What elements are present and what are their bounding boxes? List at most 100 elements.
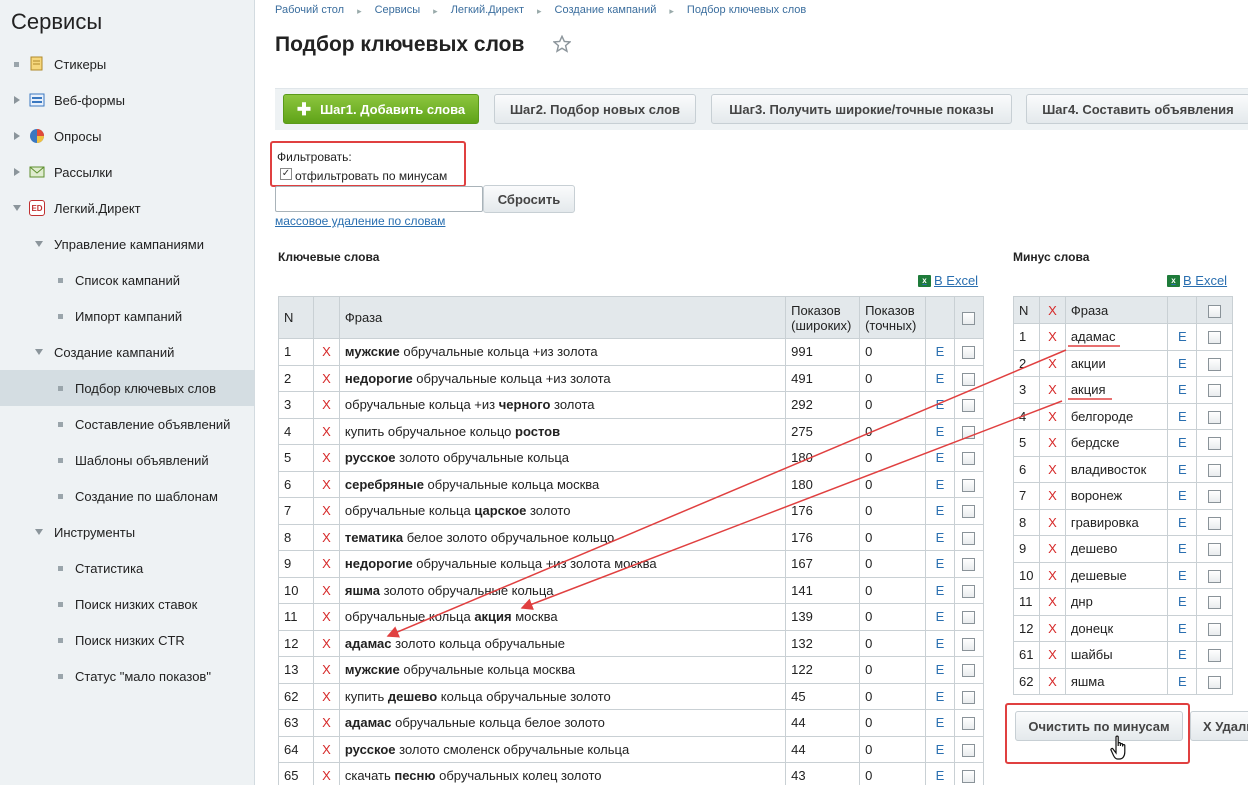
- filter-by-minus-checkbox[interactable]: ✓: [280, 168, 292, 180]
- edit-row-icon[interactable]: E: [1167, 535, 1198, 563]
- edit-row-icon[interactable]: E: [925, 709, 955, 737]
- select-all-checkbox[interactable]: [1208, 304, 1222, 318]
- edit-row-icon[interactable]: E: [1167, 323, 1198, 351]
- edit-row-icon[interactable]: E: [925, 682, 955, 710]
- row-checkbox[interactable]: [962, 558, 976, 572]
- filter-input[interactable]: [275, 186, 483, 212]
- row-checkbox[interactable]: [962, 452, 976, 466]
- row-checkbox[interactable]: [1208, 357, 1222, 371]
- delete-row-icon[interactable]: X: [312, 417, 340, 445]
- breadcrumb-item[interactable]: Легкий.Директ: [451, 4, 524, 18]
- clear-by-minus-button[interactable]: Очистить по минусам: [1015, 711, 1183, 741]
- delete-row-icon[interactable]: X: [312, 523, 340, 551]
- edit-row-icon[interactable]: E: [925, 762, 955, 785]
- delete-row-icon[interactable]: X: [1038, 482, 1066, 510]
- row-checkbox[interactable]: [962, 372, 976, 386]
- edit-row-icon[interactable]: E: [925, 417, 955, 445]
- edit-row-icon[interactable]: E: [925, 391, 955, 419]
- tab-step3-get-impressions[interactable]: Шаг3. Получить широкие/точные показы: [711, 94, 1012, 124]
- breadcrumb-item[interactable]: Подбор ключевых слов: [687, 4, 806, 18]
- edit-row-icon[interactable]: E: [925, 444, 955, 472]
- breadcrumb-item[interactable]: Сервисы: [375, 4, 421, 18]
- row-checkbox[interactable]: [962, 505, 976, 519]
- row-checkbox[interactable]: [962, 399, 976, 413]
- edit-row-icon[interactable]: E: [1167, 588, 1198, 616]
- sidebar-item[interactable]: Управление кампаниями: [0, 226, 254, 262]
- row-checkbox[interactable]: [962, 584, 976, 598]
- edit-row-icon[interactable]: E: [925, 497, 955, 525]
- row-checkbox[interactable]: [962, 346, 976, 360]
- delete-row-icon[interactable]: X: [1038, 641, 1066, 669]
- mass-delete-link[interactable]: массовое удаление по словам: [275, 214, 445, 228]
- select-all-checkbox[interactable]: [962, 312, 976, 326]
- breadcrumb-item[interactable]: Создание кампаний: [555, 4, 657, 18]
- sidebar-item[interactable]: Подбор ключевых слов: [0, 370, 254, 406]
- minus-excel-link[interactable]: x В Excel: [1167, 273, 1227, 288]
- row-checkbox[interactable]: [1208, 675, 1222, 689]
- delete-button[interactable]: X Удалить: [1190, 711, 1248, 741]
- row-checkbox[interactable]: [1208, 622, 1222, 636]
- delete-row-icon[interactable]: X: [1038, 455, 1066, 483]
- edit-row-icon[interactable]: E: [1167, 402, 1198, 430]
- delete-row-icon[interactable]: X: [1038, 614, 1066, 642]
- delete-row-icon[interactable]: X: [1038, 667, 1066, 695]
- row-checkbox[interactable]: [962, 770, 976, 784]
- sidebar-item[interactable]: Рассылки: [0, 154, 254, 190]
- row-checkbox[interactable]: [1208, 384, 1222, 398]
- edit-row-icon[interactable]: E: [1167, 641, 1198, 669]
- row-checkbox[interactable]: [1208, 543, 1222, 557]
- row-checkbox[interactable]: [1208, 490, 1222, 504]
- row-checkbox[interactable]: [1208, 463, 1222, 477]
- delete-row-icon[interactable]: X: [312, 391, 340, 419]
- delete-row-icon[interactable]: X: [312, 709, 340, 737]
- sidebar-item[interactable]: Статус "мало показов": [0, 658, 254, 694]
- row-checkbox[interactable]: [1208, 410, 1222, 424]
- delete-row-icon[interactable]: X: [1038, 429, 1066, 457]
- col-header-phrase[interactable]: Фраза: [1064, 296, 1169, 324]
- sidebar-item[interactable]: ED Легкий.Директ: [0, 190, 254, 226]
- sidebar-item[interactable]: Шаблоны объявлений: [0, 442, 254, 478]
- edit-row-icon[interactable]: E: [1167, 349, 1198, 377]
- row-checkbox[interactable]: [1208, 596, 1222, 610]
- sidebar-item[interactable]: Поиск низких ставок: [0, 586, 254, 622]
- edit-row-icon[interactable]: E: [925, 338, 955, 366]
- col-header-wide[interactable]: Показов (широких): [785, 296, 861, 339]
- edit-row-icon[interactable]: E: [1167, 455, 1198, 483]
- row-checkbox[interactable]: [962, 478, 976, 492]
- edit-row-icon[interactable]: E: [925, 523, 955, 551]
- delete-row-icon[interactable]: X: [312, 364, 340, 392]
- favorite-star-icon[interactable]: [553, 35, 571, 53]
- edit-row-icon[interactable]: E: [1167, 508, 1198, 536]
- sidebar-item[interactable]: Опросы: [0, 118, 254, 154]
- edit-row-icon[interactable]: E: [925, 576, 955, 604]
- sidebar-item[interactable]: Поиск низких CTR: [0, 622, 254, 658]
- row-checkbox[interactable]: [962, 743, 976, 757]
- row-checkbox[interactable]: [962, 690, 976, 704]
- col-header-n[interactable]: N: [278, 296, 314, 339]
- edit-row-icon[interactable]: E: [1167, 482, 1198, 510]
- edit-row-icon[interactable]: E: [1167, 667, 1198, 695]
- sidebar-item[interactable]: Статистика: [0, 550, 254, 586]
- delete-row-icon[interactable]: X: [312, 603, 340, 631]
- delete-row-icon[interactable]: X: [312, 656, 340, 684]
- sidebar-item[interactable]: Список кампаний: [0, 262, 254, 298]
- delete-row-icon[interactable]: X: [1038, 349, 1066, 377]
- edit-row-icon[interactable]: E: [1167, 614, 1198, 642]
- delete-row-icon[interactable]: X: [312, 576, 340, 604]
- delete-row-icon[interactable]: X: [1038, 402, 1066, 430]
- delete-row-icon[interactable]: X: [1038, 508, 1066, 536]
- edit-row-icon[interactable]: E: [925, 364, 955, 392]
- col-header-n[interactable]: N: [1013, 296, 1040, 324]
- edit-row-icon[interactable]: E: [925, 603, 955, 631]
- tab-step4-compose-ads[interactable]: Шаг4. Составить объявления: [1026, 94, 1248, 124]
- row-checkbox[interactable]: [1208, 437, 1222, 451]
- breadcrumb-item[interactable]: Рабочий стол: [275, 4, 344, 18]
- delete-row-icon[interactable]: X: [1038, 535, 1066, 563]
- delete-row-icon[interactable]: X: [1038, 323, 1066, 351]
- delete-row-icon[interactable]: X: [312, 444, 340, 472]
- col-header-phrase[interactable]: Фраза: [338, 296, 787, 339]
- tab-step2-find-words[interactable]: Шаг2. Подбор новых слов: [494, 94, 696, 124]
- edit-row-icon[interactable]: E: [925, 629, 955, 657]
- sidebar-item[interactable]: Веб-формы: [0, 82, 254, 118]
- sidebar-item[interactable]: Инструменты: [0, 514, 254, 550]
